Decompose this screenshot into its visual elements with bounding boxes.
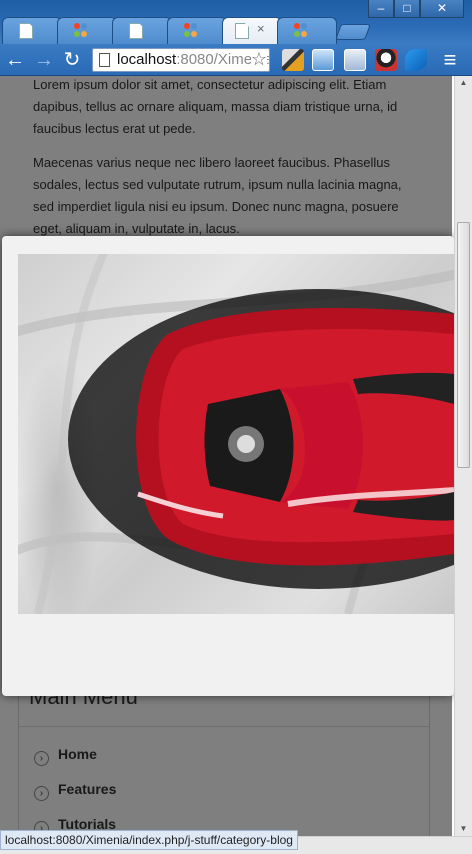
tab-close-icon[interactable]: × [257, 21, 265, 36]
bird-extension-icon[interactable] [405, 49, 427, 71]
browser-tab-active[interactable]: × [222, 17, 282, 45]
pen-extension-icon[interactable] [282, 49, 304, 71]
scroll-up-icon[interactable]: ▲ [455, 76, 472, 90]
scroll-down-icon[interactable]: ▼ [455, 822, 472, 836]
window-extension-icon[interactable] [312, 49, 334, 71]
close-window-button[interactable]: ✕ [420, 0, 464, 18]
browser-tab-4[interactable] [167, 17, 227, 44]
browser-tab-6[interactable] [277, 17, 337, 44]
browser-tab-3[interactable] [112, 17, 172, 44]
page-icon [19, 23, 33, 39]
title-bar: × – □ ✕ [0, 0, 472, 45]
reload-button[interactable]: ↻ [60, 48, 84, 72]
browser-tab-1[interactable] [2, 17, 62, 44]
lightbox-modal [2, 236, 454, 696]
minimize-button[interactable]: – [368, 0, 394, 18]
window-controls: – □ ✕ [368, 0, 464, 18]
page-viewport: Lorem ipsum dolor sit amet, consectetur … [0, 76, 472, 854]
menu-icon[interactable]: ≡ [438, 48, 462, 72]
vertical-scrollbar[interactable]: ▲ ▼ [454, 76, 472, 836]
screen-extension-icon[interactable] [344, 49, 366, 71]
back-button[interactable]: ← [3, 48, 27, 72]
new-tab-button[interactable] [335, 24, 371, 40]
red-sports-car-image [18, 254, 454, 614]
bookmark-star-icon[interactable]: ☆ [250, 49, 267, 70]
status-bar-url: localhost:8080/Ximenia/index.php/j-stuff… [0, 830, 298, 850]
address-bar[interactable]: localhost:8080/Ximenia/index.php/j-stuff… [92, 48, 270, 72]
ninja-extension-icon[interactable] [375, 49, 397, 71]
joomla-icon [74, 23, 88, 39]
browser-toolbar: ← → ↻ localhost:8080/Ximenia/index.php/j… [0, 44, 472, 76]
joomla-icon [184, 23, 198, 39]
maximize-button[interactable]: □ [394, 0, 420, 18]
lightbox-image[interactable] [18, 254, 454, 614]
page-icon [99, 53, 110, 67]
address-host: localhost [117, 51, 177, 68]
forward-button[interactable]: → [32, 48, 56, 72]
joomla-icon [294, 23, 308, 39]
page-icon [235, 23, 249, 39]
browser-tab-2[interactable] [57, 17, 117, 44]
scroll-thumb[interactable] [457, 222, 470, 468]
page-icon [129, 23, 143, 39]
